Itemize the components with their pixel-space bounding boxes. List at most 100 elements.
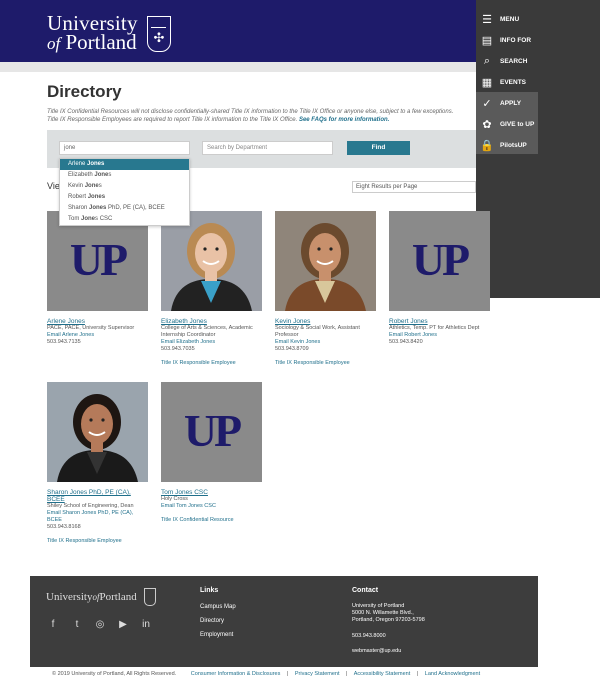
option-match: Jone (84, 183, 99, 189)
footer-link-directory[interactable]: Directory (200, 618, 224, 624)
option-rest: s (98, 183, 102, 189)
option-match: Jone (81, 216, 96, 222)
option-match: Jones (87, 194, 106, 200)
option-rest: PhD, PE (CA), BCEE (106, 205, 165, 211)
person-role: PACE, PACE, University Supervisor (47, 325, 135, 331)
side-menu-give-to-up[interactable]: ✿ GIVE to UP (476, 114, 600, 134)
person-name-link[interactable]: Arlene Jones (47, 318, 149, 325)
title-ix-tag[interactable]: Title IX Responsible Employee (275, 360, 377, 366)
side-menu-search[interactable]: ⌕ SEARCH (476, 51, 600, 71)
autocomplete-option[interactable]: Sharon Jones PhD, PE (CA), BCEE (60, 203, 189, 214)
side-menu-info-for[interactable]: ▤ INFO FOR (476, 30, 600, 50)
up-logo-placeholder[interactable]: UP (389, 211, 490, 311)
side-menu-events[interactable]: ▦ EVENTS (476, 72, 600, 92)
bottom-bar: © 2019 University of Portland, All Right… (52, 671, 481, 677)
contact-email[interactable]: webmaster@up.edu (352, 648, 401, 655)
faq-link[interactable]: See FAQs for more information. (299, 117, 389, 123)
person-photo[interactable] (47, 382, 148, 482)
title-ix-tag[interactable]: Title IX Confidential Resource (161, 517, 263, 523)
person-name-link[interactable]: Elizabeth Jones (161, 318, 263, 325)
notice-line1: Title IX Confidential Resources will not… (47, 109, 454, 115)
person-role: Internship Coordinator (161, 332, 216, 338)
results-per-page-select[interactable]: Eight Results per Page (352, 181, 476, 193)
bottom-link-accessibility[interactable]: Accessibility Statement (354, 671, 411, 677)
person-role: College of Arts & Sciences, Academic (161, 325, 253, 331)
autocomplete-option[interactable]: Kevin Jones (60, 181, 189, 192)
person-role: Professor (275, 332, 299, 338)
person-email-link[interactable]: Email Arlene Jones (47, 332, 149, 339)
document-icon: ▤ (481, 34, 493, 47)
autocomplete-option[interactable]: Tom Jones CSC (60, 214, 189, 225)
view-label: Vie (47, 181, 60, 191)
headshot-icon (57, 394, 138, 482)
side-menu-label: APPLY (500, 99, 522, 107)
find-button[interactable]: Find (347, 141, 410, 155)
side-menu-label: INFO FOR (500, 36, 532, 44)
person-email-link[interactable]: Email Elizabeth Jones (161, 339, 263, 346)
person-email-link[interactable]: Email Kevin Jones (275, 339, 377, 346)
option-text: Robert (68, 194, 88, 200)
person-email-link[interactable]: Email Sharon Jones PhD, PE (CA), BCEE (47, 510, 149, 524)
option-match: Jones (89, 205, 107, 211)
page-title: Directory (47, 82, 122, 101)
footer-crest-icon (144, 588, 156, 606)
title-ix-tag[interactable]: Title IX Responsible Employee (161, 360, 263, 366)
search-icon: ⌕ (483, 54, 491, 67)
title-ix-notice: Title IX Confidential Resources will not… (47, 108, 472, 124)
footer-link-employment[interactable]: Employment (200, 632, 233, 638)
person-phone: 503.943.7135 (47, 339, 81, 345)
twitter-icon[interactable]: t (70, 618, 84, 632)
side-menu-apply[interactable]: ✓ APPLY (476, 93, 600, 113)
linkedin-icon[interactable]: in (139, 618, 153, 632)
side-menu-pilotsup[interactable]: 🔒 PilotsUP (476, 135, 600, 155)
person-name-link[interactable]: Sharon Jones PhD, PE (CA), BCEE (47, 489, 149, 503)
autocomplete-option[interactable]: Robert Jones (60, 192, 189, 203)
side-menu-menu[interactable]: ☰ MENU (476, 9, 600, 29)
footer-logo[interactable]: UniversityofPortland (46, 591, 137, 603)
option-rest: s CSC (95, 216, 113, 222)
copyright: © 2019 University of Portland, All Right… (52, 671, 177, 677)
person-card: UP Arlene Jones PACE, PACE, University Sup… (47, 211, 149, 346)
bottom-link-consumer-info[interactable]: Consumer Information & Disclosures (191, 671, 281, 677)
up-logo-placeholder[interactable]: UP (47, 211, 148, 311)
person-card: Elizabeth Jones College of Arts & Science… (161, 211, 263, 366)
person-name-link[interactable]: Tom Jones CSC (161, 489, 263, 496)
person-role: Athletics, Temp. PT for Athletics Dept (389, 325, 480, 331)
links-heading: Links (200, 587, 219, 594)
person-photo[interactable] (275, 211, 376, 311)
title-ix-tag[interactable]: Title IX Responsible Employee (47, 538, 149, 544)
autocomplete-option[interactable]: Arlene Jones (60, 159, 189, 170)
lock-icon: 🔒 (480, 139, 494, 152)
address-line3: Portland, Oregon 97203-5798 (352, 617, 425, 623)
person-card: UP Tom Jones CSC Holy Cross Email Tom Jones… (161, 382, 263, 523)
option-text: Elizabeth (68, 172, 95, 178)
person-email-link[interactable]: Email Tom Jones CSC (161, 503, 263, 510)
up-logo-text: UP (183, 405, 242, 456)
person-name-link[interactable]: Robert Jones (389, 318, 491, 325)
person-name-link[interactable]: Kevin Jones (275, 318, 377, 325)
side-menu-label: EVENTS (500, 78, 527, 86)
person-email-link[interactable]: Email Robert Jones (389, 332, 491, 339)
person-role: Holy Cross (161, 496, 188, 502)
up-logo-text: UP (69, 234, 128, 285)
department-search-input[interactable]: Search by Department (202, 141, 333, 155)
autocomplete-option[interactable]: Elizabeth Jones (60, 170, 189, 181)
person-card: Kevin Jones Sociology & Social Work, Assi… (275, 211, 377, 366)
person-phone: 503.943.8420 (389, 339, 423, 345)
footer-logo-portland: Portland (99, 591, 137, 603)
person-card: Sharon Jones PhD, PE (CA), BCEE Shiley Sc… (47, 382, 149, 544)
bottom-link-privacy[interactable]: Privacy Statement (295, 671, 340, 677)
university-logo[interactable]: University of Portland (47, 13, 138, 54)
facebook-icon[interactable]: f (46, 618, 60, 632)
site-header: University of Portland ✣ (0, 0, 476, 62)
youtube-icon[interactable]: ▶ (116, 618, 130, 632)
person-photo[interactable] (161, 211, 262, 311)
up-logo-placeholder[interactable]: UP (161, 382, 262, 482)
footer-link-campus-map[interactable]: Campus Map (200, 604, 236, 610)
contact-phone[interactable]: 503.943.8000 (352, 633, 386, 640)
person-role: Sociology & Social Work, Assistant (275, 325, 360, 331)
option-rest: s (108, 172, 112, 178)
bottom-link-land-ack[interactable]: Land Acknowledgment (425, 671, 480, 677)
instagram-icon[interactable]: ◎ (93, 618, 107, 632)
name-search-input[interactable]: jone (59, 141, 190, 155)
